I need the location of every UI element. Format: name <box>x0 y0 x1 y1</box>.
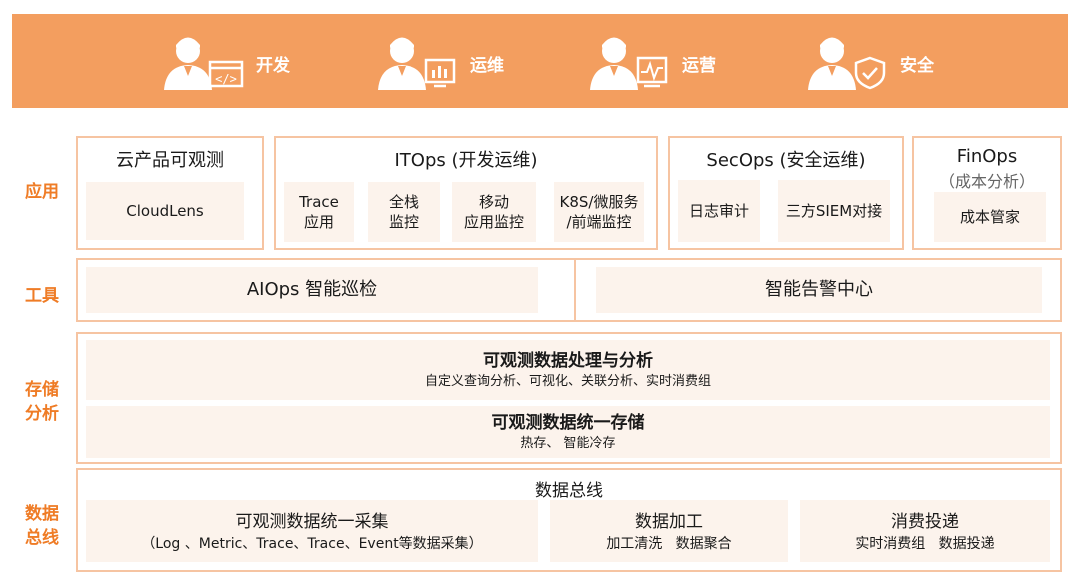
process-cell: 数据加工 加工清洗 数据聚合 <box>550 500 788 562</box>
role-label: 运维 <box>470 55 504 76</box>
deliver-cell: 消费投递 实时消费组 数据投递 <box>800 500 1050 562</box>
finops-item-cost: 成本管家 <box>934 192 1046 242</box>
process-title: 数据加工 <box>635 512 703 532</box>
deliver-subtitle: 实时消费组 数据投递 <box>855 536 995 552</box>
process-subtitle: 加工清洗 数据聚合 <box>606 536 732 552</box>
storage-title: 可观测数据统一存储 <box>491 413 645 433</box>
cloud-observability-box: 云产品可观测 CloudLens <box>76 136 264 250</box>
itops-item-mobile: 移动 应用监控 <box>452 182 536 242</box>
security-icon <box>806 36 888 90</box>
data-bus-title: 数据总线 <box>535 481 603 501</box>
finops-box: FinOps （成本分析） 成本管家 <box>912 136 1062 250</box>
itops-item-k8s: K8S/微服务 /前端监控 <box>554 182 644 242</box>
analysis-cell: 可观测数据处理与分析 自定义查询分析、可视化、关联分析、实时消费组 <box>86 340 1050 400</box>
row-label-storage: 存储 分析 <box>25 380 59 424</box>
role-label: 安全 <box>900 55 934 76</box>
ops-icon <box>376 36 458 90</box>
itops-item-fullstack: 全栈 监控 <box>368 182 440 242</box>
row-label-app: 应用 <box>25 182 59 202</box>
analysis-title: 可观测数据处理与分析 <box>483 351 653 371</box>
itops-item-trace: Trace 应用 <box>284 182 354 242</box>
secops-title: SecOps (安全运维) <box>706 150 866 171</box>
developer-icon: </> <box>162 36 244 90</box>
analysis-subtitle: 自定义查询分析、可视化、关联分析、实时消费组 <box>424 374 711 389</box>
role-operations: 运营 <box>588 36 716 90</box>
row-label-bus: 数据 总线 <box>25 504 59 548</box>
collect-cell: 可观测数据统一采集 （Log 、Metric、Trace、Trace、Event… <box>86 500 538 562</box>
role-banner: </> 开发 运维 运营 安全 <box>12 14 1068 108</box>
row-label-tools: 工具 <box>25 286 59 306</box>
finops-title: FinOps <box>956 146 1018 167</box>
data-bus-box: 数据总线 可观测数据统一采集 （Log 、Metric、Trace、Trace、… <box>76 468 1062 572</box>
storage-box: 可观测数据处理与分析 自定义查询分析、可视化、关联分析、实时消费组 可观测数据统… <box>76 332 1062 464</box>
role-developer: </> 开发 <box>162 36 290 90</box>
operations-icon <box>588 36 670 90</box>
storage-subtitle: 热存、 智能冷存 <box>520 436 616 451</box>
storage-cell: 可观测数据统一存储 热存、 智能冷存 <box>86 406 1050 458</box>
aiops-cell: AIOps 智能巡检 <box>86 267 538 313</box>
role-label: 开发 <box>256 55 290 76</box>
collect-subtitle: （Log 、Metric、Trace、Trace、Event等数据采集） <box>141 536 483 552</box>
tools-left-box: AIOps 智能巡检 <box>76 258 576 322</box>
svg-text:</>: </> <box>215 72 237 86</box>
role-security: 安全 <box>806 36 934 90</box>
tools-right-box: 智能告警中心 <box>574 258 1062 322</box>
cloudlens-cell: CloudLens <box>86 182 244 240</box>
finops-subtitle: （成本分析） <box>938 172 1035 191</box>
cloud-observability-title: 云产品可观测 <box>116 150 224 171</box>
itops-title: ITOps (开发运维) <box>394 150 538 171</box>
role-ops: 运维 <box>376 36 504 90</box>
collect-title: 可观测数据统一采集 <box>235 512 389 532</box>
role-label: 运营 <box>682 55 716 76</box>
itops-box: ITOps (开发运维) Trace 应用 全栈 监控 移动 应用监控 K8S/… <box>274 136 658 250</box>
secops-box: SecOps (安全运维) 日志审计 三方SIEM对接 <box>668 136 904 250</box>
secops-item-siem: 三方SIEM对接 <box>778 180 890 242</box>
alert-center-cell: 智能告警中心 <box>596 267 1042 313</box>
deliver-title: 消费投递 <box>891 512 959 532</box>
secops-item-audit: 日志审计 <box>678 180 760 242</box>
